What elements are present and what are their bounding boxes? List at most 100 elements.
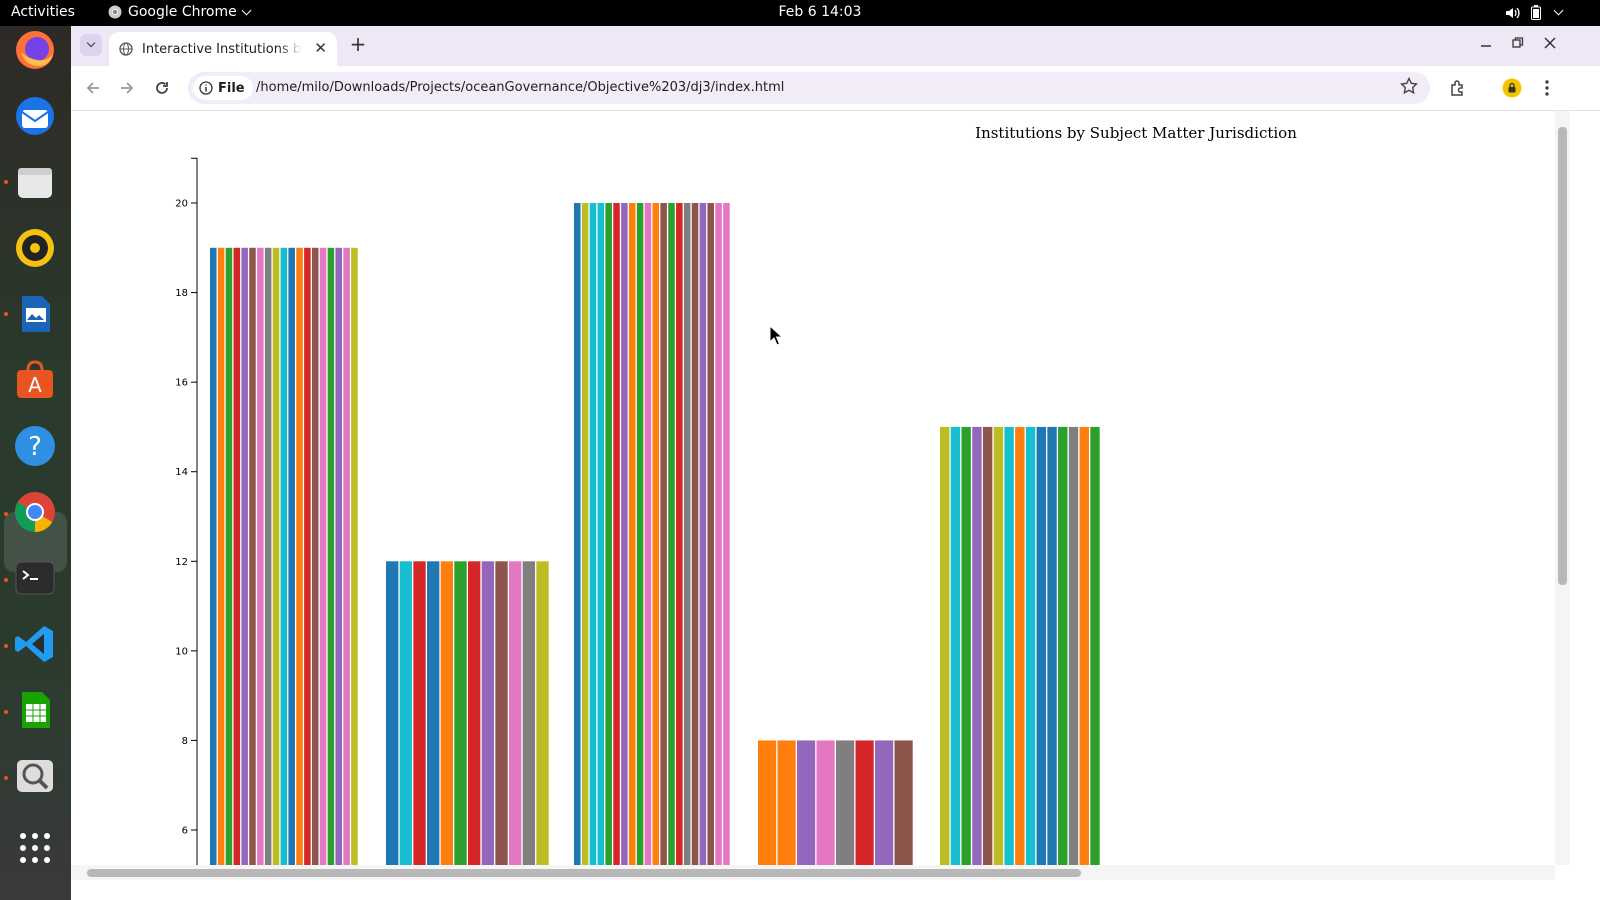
bar-segment[interactable]: [723, 203, 730, 865]
terminal-icon[interactable]: [11, 554, 59, 602]
bar-segment[interactable]: [1079, 426, 1089, 865]
bar-segment[interactable]: [855, 740, 874, 865]
bar-segment[interactable]: [668, 203, 675, 865]
bar-segment[interactable]: [1036, 426, 1047, 865]
bar-segment[interactable]: [660, 203, 667, 865]
forward-arrow-icon[interactable]: [117, 78, 137, 98]
bar-segment[interactable]: [894, 740, 913, 865]
bookmark-star-icon[interactable]: [1400, 77, 1418, 95]
horizontal-scrollbar[interactable]: [71, 865, 1555, 880]
bar-segment[interactable]: [699, 203, 707, 865]
back-arrow-icon[interactable]: [83, 78, 103, 98]
kebab-menu-icon[interactable]: [1539, 78, 1555, 98]
bar-segment[interactable]: [311, 247, 319, 865]
bar-segment[interactable]: [386, 561, 399, 865]
bar-group[interactable]: [574, 203, 730, 865]
bar-group[interactable]: [210, 247, 358, 865]
bar-segment[interactable]: [797, 740, 816, 865]
bar-segment[interactable]: [950, 426, 961, 865]
bar-segment[interactable]: [581, 203, 589, 865]
bar-segment[interactable]: [875, 740, 894, 865]
bar-segment[interactable]: [280, 247, 288, 865]
bar-segment[interactable]: [440, 561, 454, 865]
bar-segment[interactable]: [272, 247, 280, 865]
bar-segment[interactable]: [327, 247, 335, 865]
tab-active[interactable]: Interactive Institutions b ✕: [109, 32, 337, 66]
bar-segment[interactable]: [233, 247, 241, 865]
bar-segment[interactable]: [644, 203, 652, 865]
help-icon[interactable]: ?: [11, 422, 59, 470]
bar-segment[interactable]: [636, 203, 644, 865]
bar-segment[interactable]: [691, 203, 699, 865]
bar-segment[interactable]: [1015, 426, 1025, 865]
bar-segment[interactable]: [319, 247, 327, 865]
address-bar[interactable]: File /home/milo/Downloads/Projects/ocean…: [188, 72, 1430, 104]
tab-close-icon[interactable]: ✕: [314, 41, 327, 56]
bar-segment[interactable]: [1058, 426, 1068, 865]
bar-segment[interactable]: [1090, 426, 1100, 865]
app-grid-icon[interactable]: [11, 824, 59, 872]
bar-segment[interactable]: [605, 203, 612, 865]
bar-segment[interactable]: [335, 247, 343, 865]
bar-segment[interactable]: [454, 561, 467, 865]
profile-avatar-icon[interactable]: [1502, 78, 1522, 98]
bar-segment[interactable]: [816, 740, 835, 865]
minimize-icon[interactable]: [1480, 36, 1492, 50]
new-tab-button[interactable]: +: [347, 34, 369, 56]
bar-segment[interactable]: [481, 561, 495, 865]
bar-segment[interactable]: [264, 247, 272, 865]
tab-search-button[interactable]: [80, 34, 102, 56]
rhythmbox-icon[interactable]: [11, 224, 59, 272]
bar-segment[interactable]: [972, 426, 982, 865]
bar-segment[interactable]: [249, 247, 256, 865]
bar-group[interactable]: [940, 426, 1100, 865]
firefox-icon[interactable]: [11, 26, 59, 74]
calc-icon[interactable]: [11, 686, 59, 734]
bar-segment[interactable]: [1068, 426, 1079, 865]
vscode-icon[interactable]: [11, 620, 59, 668]
site-info-chip[interactable]: File: [193, 76, 253, 100]
bar-segment[interactable]: [621, 203, 628, 865]
bar-group[interactable]: [758, 740, 913, 865]
bar-segment[interactable]: [399, 561, 413, 865]
bar-segment[interactable]: [574, 203, 581, 865]
bar-segment[interactable]: [296, 247, 303, 865]
files-icon[interactable]: [11, 158, 59, 206]
thunderbird-icon[interactable]: [11, 92, 59, 140]
bar-segment[interactable]: [522, 561, 536, 865]
bar-segment[interactable]: [468, 561, 481, 865]
system-tray[interactable]: [1505, 5, 1564, 20]
bar-segment[interactable]: [1047, 426, 1057, 865]
bar-segment[interactable]: [836, 740, 855, 865]
bar-segment[interactable]: [993, 426, 1004, 865]
bar-segment[interactable]: [597, 203, 605, 865]
bar-segment[interactable]: [628, 203, 636, 865]
url-text[interactable]: /home/milo/Downloads/Projects/oceanGover…: [256, 80, 784, 95]
image-viewer-icon[interactable]: [11, 752, 59, 800]
horizontal-scroll-thumb[interactable]: [87, 869, 1081, 877]
restore-icon[interactable]: [1512, 36, 1524, 50]
bar-segment[interactable]: [304, 247, 311, 865]
bar-segment[interactable]: [1025, 426, 1036, 865]
close-window-icon[interactable]: [1544, 36, 1556, 50]
clock[interactable]: Feb 6 14:03: [0, 4, 1600, 20]
bar-segment[interactable]: [351, 247, 358, 865]
reload-icon[interactable]: [152, 78, 172, 98]
bar-segment[interactable]: [1004, 426, 1014, 865]
bar-segment[interactable]: [210, 247, 217, 865]
bar-segment[interactable]: [652, 203, 660, 865]
bar-segment[interactable]: [758, 740, 777, 865]
bar-segment[interactable]: [613, 203, 620, 865]
bar-segment[interactable]: [536, 561, 549, 865]
bar-segment[interactable]: [225, 247, 233, 865]
bar-segment[interactable]: [715, 203, 722, 865]
extensions-icon[interactable]: [1449, 79, 1467, 97]
bar-segment[interactable]: [241, 247, 248, 865]
bar-segment[interactable]: [427, 561, 440, 865]
bar-segment[interactable]: [257, 247, 264, 865]
bar-segment[interactable]: [288, 247, 295, 865]
bar-segment[interactable]: [509, 561, 522, 865]
writer-icon[interactable]: [11, 290, 59, 338]
vertical-scrollbar[interactable]: [1555, 111, 1570, 865]
vertical-scroll-thumb[interactable]: [1558, 127, 1567, 585]
